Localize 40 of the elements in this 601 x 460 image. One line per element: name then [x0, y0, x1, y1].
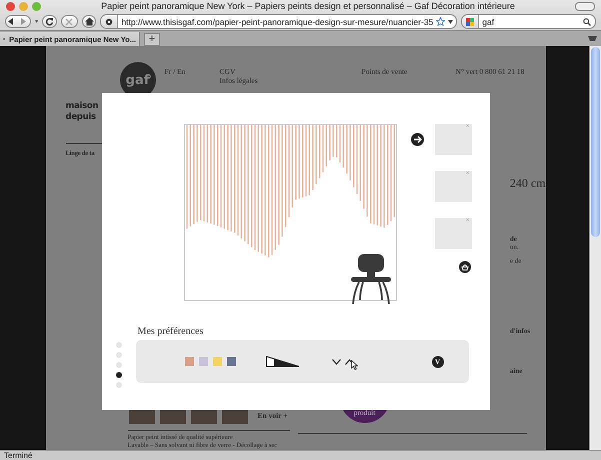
search-engine-icon — [466, 18, 474, 26]
new-tab-button[interactable]: + — [144, 33, 160, 46]
color-swatch[interactable] — [184, 357, 194, 366]
chevron-down-icon[interactable] — [332, 358, 341, 364]
status-text: Terminé — [0, 450, 601, 460]
home-button[interactable] — [82, 15, 96, 28]
chair-drawing — [350, 254, 392, 304]
step-dot[interactable] — [116, 342, 122, 348]
address-field[interactable]: http://www.thisisgaf.com/papier-peint-panoramique-design-sur-mesure/nuancier-35 — [100, 14, 458, 30]
color-swatch[interactable] — [212, 357, 222, 366]
step-dot[interactable] — [116, 372, 122, 378]
color-swatch[interactable] — [226, 357, 236, 366]
reload-button[interactable] — [42, 15, 58, 28]
page-text: 240 cm — [510, 176, 546, 191]
chevron-up-icon[interactable] — [344, 358, 354, 364]
window-title: Papier peint panoramique New York – Papiers peints design et personnalisé – Gaf Décoration intérieure — [100, 1, 516, 12]
reload-icon — [45, 17, 54, 26]
arrow-right-icon[interactable] — [410, 133, 424, 146]
caret-icon[interactable] — [448, 20, 454, 24]
bookmark-star-icon[interactable] — [436, 17, 446, 26]
caret-icon[interactable] — [35, 20, 38, 24]
step-dot[interactable] — [116, 352, 122, 358]
stop-icon — [65, 18, 74, 26]
toolbar-toggle-button[interactable] — [575, 2, 595, 11]
brand-heading: maison depuis — [66, 101, 100, 123]
cursor-icon — [350, 360, 358, 370]
color-swatch[interactable] — [198, 357, 208, 366]
scrollbar[interactable] — [589, 46, 601, 450]
search-icon[interactable] — [583, 18, 592, 26]
step-dot[interactable] — [116, 362, 122, 368]
step-dot[interactable] — [116, 382, 122, 388]
preferences-title: Mes préférences — [138, 326, 204, 337]
close-button[interactable] — [6, 2, 15, 11]
home-icon — [84, 17, 94, 26]
gear-icon — [105, 18, 114, 26]
basket-icon[interactable] — [458, 261, 471, 273]
search-field[interactable]: gaf — [461, 14, 596, 30]
wedge-icon[interactable] — [266, 356, 300, 367]
back-forward-button[interactable] — [5, 15, 31, 28]
tab-list-icon[interactable] — [588, 35, 597, 43]
